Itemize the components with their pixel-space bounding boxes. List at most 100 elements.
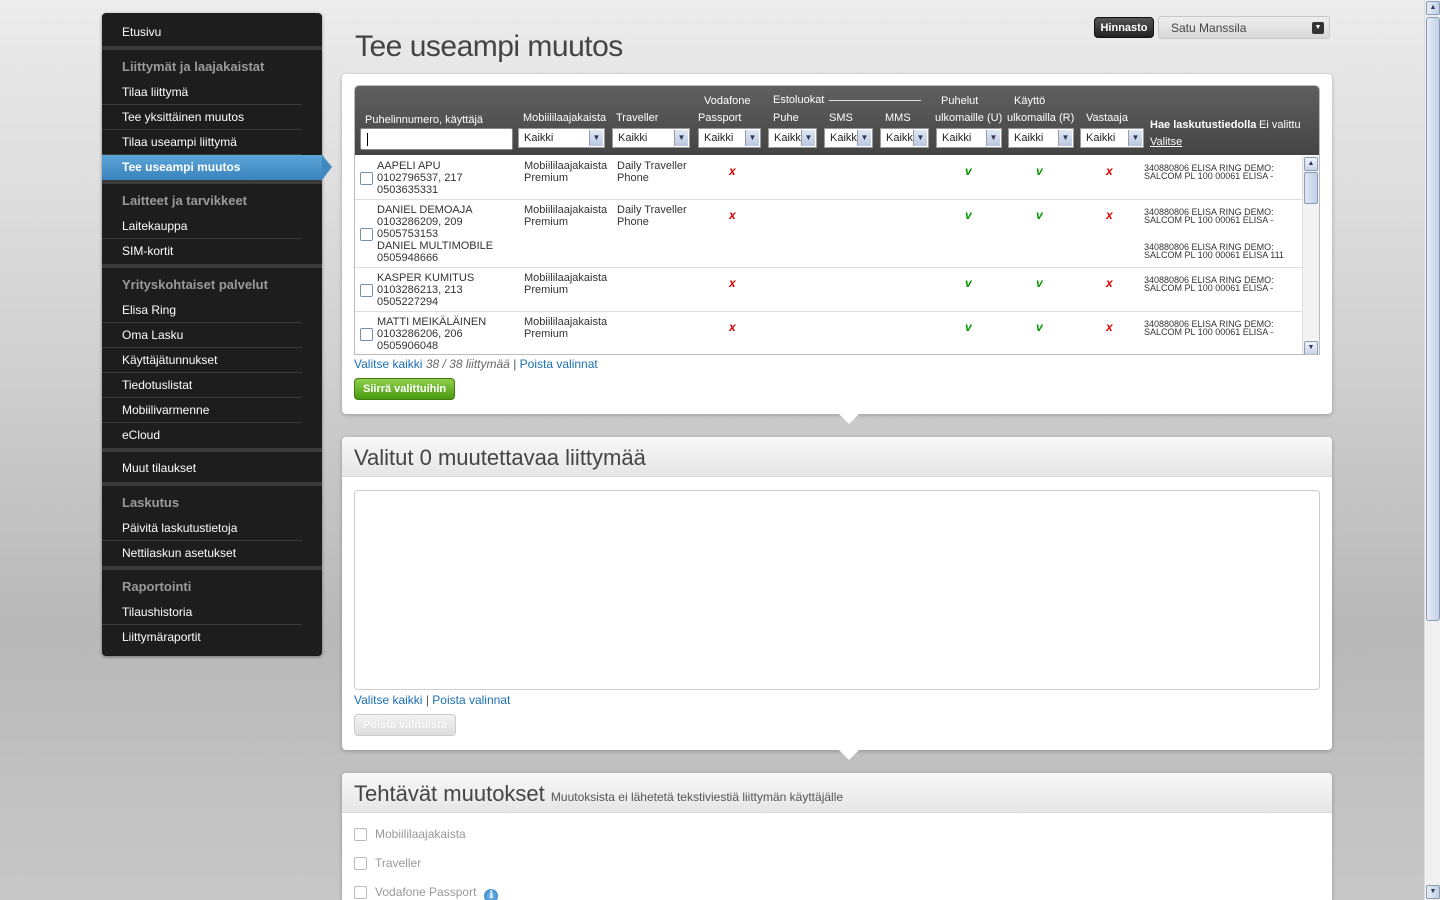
hinnasto-button[interactable]: Hinnasto xyxy=(1094,17,1154,38)
answering-service-mark: x xyxy=(1106,276,1113,290)
usage-abroad-mark: v xyxy=(1036,164,1043,178)
col-vodafone-top: Vodafone xyxy=(704,95,751,107)
filter-usage[interactable]: Kaikki ▼ xyxy=(1008,128,1074,148)
sidebar-item[interactable]: Tee useampi muutos xyxy=(102,155,332,180)
changes-panel: Tehtävät muutokset Muutoksista ei lähete… xyxy=(342,773,1332,900)
clear-selection-link[interactable]: Poista valinnat xyxy=(432,693,510,707)
remove-from-selected-button[interactable]: Poista valituista xyxy=(354,714,456,736)
col-usage-top: Käyttö xyxy=(1014,95,1046,107)
sidebar-item[interactable]: Tiedotuslistat xyxy=(102,373,302,398)
grid-scrollbar[interactable]: ▲ ▼ xyxy=(1302,156,1319,354)
usage-abroad-mark: v xyxy=(1036,208,1043,222)
option-label: Traveller xyxy=(375,856,422,870)
vodafone-passport-mark: x xyxy=(729,208,736,222)
usage-abroad-mark: v xyxy=(1036,276,1043,290)
usage-abroad-mark: v xyxy=(1036,320,1043,334)
col-traveller: Traveller xyxy=(616,112,659,124)
sidebar-item[interactable]: SIM-kortit xyxy=(102,239,302,264)
filter-answer[interactable]: Kaikki ▼ xyxy=(1080,128,1144,148)
subscriptions-grid: Puhelinnumero, käyttäjä Mobiililaajakais… xyxy=(354,85,1320,355)
vodafone-passport-mark: x xyxy=(729,164,736,178)
sidebar-item[interactable]: Muut tilaukset xyxy=(102,452,302,482)
page-scrollbar[interactable]: ▲ ▼ xyxy=(1424,0,1440,900)
chevron-down-icon: ▼ xyxy=(1058,130,1072,146)
checkbox[interactable] xyxy=(354,886,367,899)
filter-traveller[interactable]: Kaikki ▼ xyxy=(612,128,690,148)
row-checkbox[interactable] xyxy=(360,328,373,341)
sidebar-item[interactable]: eCloud xyxy=(102,423,302,448)
scroll-up-icon[interactable]: ▲ xyxy=(1426,1,1440,15)
table-row[interactable]: KASPER KUMITUS 0103286213, 213 0505227294 M… xyxy=(355,268,1303,312)
table-row[interactable]: AAPELI APU 0102796537, 217 0503635331 Mobii… xyxy=(355,156,1303,200)
sidebar-item[interactable]: Laitekauppa xyxy=(102,214,302,239)
user-name: Satu Manssila xyxy=(1171,21,1247,35)
checkbox[interactable] xyxy=(354,828,367,841)
scroll-thumb[interactable] xyxy=(1304,172,1318,204)
sidebar-item[interactable]: Liittymäraportit xyxy=(102,625,302,650)
scroll-thumb[interactable] xyxy=(1426,17,1440,621)
selected-panel-title: Valitut 0 muutettavaa liittymää xyxy=(354,445,646,470)
col-mms: MMS xyxy=(885,112,911,124)
user-select[interactable]: Satu Manssila ▼ xyxy=(1158,16,1330,39)
chevron-down-icon: ▼ xyxy=(857,130,871,146)
subscriber-name: MATTI MEIKÄLÄINEN xyxy=(377,316,487,328)
table-row[interactable]: DANIEL DEMOAJA 0103286209, 209 0505753153 D… xyxy=(355,200,1303,268)
changes-panel-subtitle: Muutoksista ei lähetetä tekstiviestiä li… xyxy=(550,790,844,804)
filter-sms[interactable]: Kaikki ▼ xyxy=(824,128,873,148)
sidebar-item[interactable]: Tilaa liittymä xyxy=(102,80,302,105)
sidebar-heading: Raportointi xyxy=(122,579,192,594)
select-all-link[interactable]: Valitse kaikki xyxy=(354,357,422,371)
checkbox[interactable] xyxy=(354,857,367,870)
move-to-selected-button[interactable]: Siirrä valittuihin xyxy=(354,378,456,400)
sidebar-item[interactable]: Tilaa useampi liittymä xyxy=(102,130,302,155)
sidebar-item[interactable]: Elisa Ring xyxy=(102,298,302,323)
filter-value: Kaikki xyxy=(704,132,734,144)
row-checkbox[interactable] xyxy=(360,172,373,185)
filter-vodafone[interactable]: Kaikki ▼ xyxy=(698,128,761,148)
selected-selection-links: Valitse kaikki | Poista valinnat xyxy=(354,693,510,707)
filter-puhe[interactable]: Kaikki ▼ xyxy=(768,128,817,148)
sidebar-item[interactable]: Mobiilivarmenne xyxy=(102,398,302,423)
billing-choose-link[interactable]: Valitse xyxy=(1150,136,1182,148)
row-checkbox[interactable] xyxy=(360,228,373,241)
chevron-down-icon: ▼ xyxy=(913,130,927,146)
mobile-broadband-value: Mobiililaajakaista xyxy=(524,160,608,172)
col-barring-group: Estoluokat xyxy=(773,94,825,106)
vodafone-passport-mark: x xyxy=(729,276,736,290)
sidebar-item[interactable]: Nettilaskun asetukset xyxy=(102,541,302,566)
filter-mms[interactable]: Kaikki ▼ xyxy=(880,128,929,148)
select-all-link[interactable]: Valitse kaikki xyxy=(354,693,422,707)
table-row[interactable]: MATTI MEIKÄLÄINEN 0103286206, 206 05059060… xyxy=(355,312,1303,354)
col-puhe: Puhe xyxy=(773,112,799,124)
col-sms: SMS xyxy=(829,112,853,124)
option-vodafone-passport[interactable]: Vodafone Passport i xyxy=(354,885,499,900)
sidebar-nav: Etusivu Liittymät ja laajakaistat Tilaa li… xyxy=(102,13,332,656)
col-billing-label: Hae laskutustiedolla xyxy=(1150,119,1257,131)
clear-selection-link[interactable]: Poista valinnat xyxy=(520,357,598,371)
phone-number: 0505906048 xyxy=(377,340,439,352)
sidebar-item[interactable]: Päivitä laskutustietoja xyxy=(102,516,302,541)
mobile-broadband-value: Mobiililaajakaista xyxy=(524,272,608,284)
option-mobile-broadband[interactable]: Mobiililaajakaista xyxy=(354,827,466,841)
scroll-down-icon[interactable]: ▼ xyxy=(1426,885,1440,899)
sidebar-item[interactable]: Oma Lasku xyxy=(102,323,302,348)
sidebar-group: Muut tilaukset xyxy=(102,448,322,482)
sidebar-item[interactable]: Etusivu xyxy=(102,16,302,46)
sidebar-item[interactable]: Käyttäjätunnukset xyxy=(102,348,302,373)
sidebar-item[interactable]: Tilaushistoria xyxy=(102,600,302,625)
vodafone-passport-mark: x xyxy=(729,320,736,334)
option-traveller[interactable]: Traveller xyxy=(354,856,421,870)
filter-mobile-broadband[interactable]: Kaikki ▼ xyxy=(518,128,605,148)
selected-subscriptions-list[interactable] xyxy=(354,490,1320,690)
phone-search-input[interactable] xyxy=(360,128,513,150)
scroll-down-icon[interactable]: ▼ xyxy=(1304,341,1318,354)
sidebar-item[interactable]: Tee yksittäinen muutos xyxy=(102,105,302,130)
billing-info: SALCOM PL 100 00061 ELISA - xyxy=(1144,171,1274,181)
chevron-down-icon: ▼ xyxy=(1312,22,1324,34)
scroll-up-icon[interactable]: ▲ xyxy=(1304,157,1318,171)
info-icon[interactable]: i xyxy=(484,889,499,900)
filter-calls[interactable]: Kaikki ▼ xyxy=(936,128,1002,148)
subscription-search-panel: Puhelinnumero, käyttäjä Mobiililaajakais… xyxy=(342,74,1332,424)
row-checkbox[interactable] xyxy=(360,284,373,297)
mobile-broadband-level: Premium xyxy=(524,172,569,184)
